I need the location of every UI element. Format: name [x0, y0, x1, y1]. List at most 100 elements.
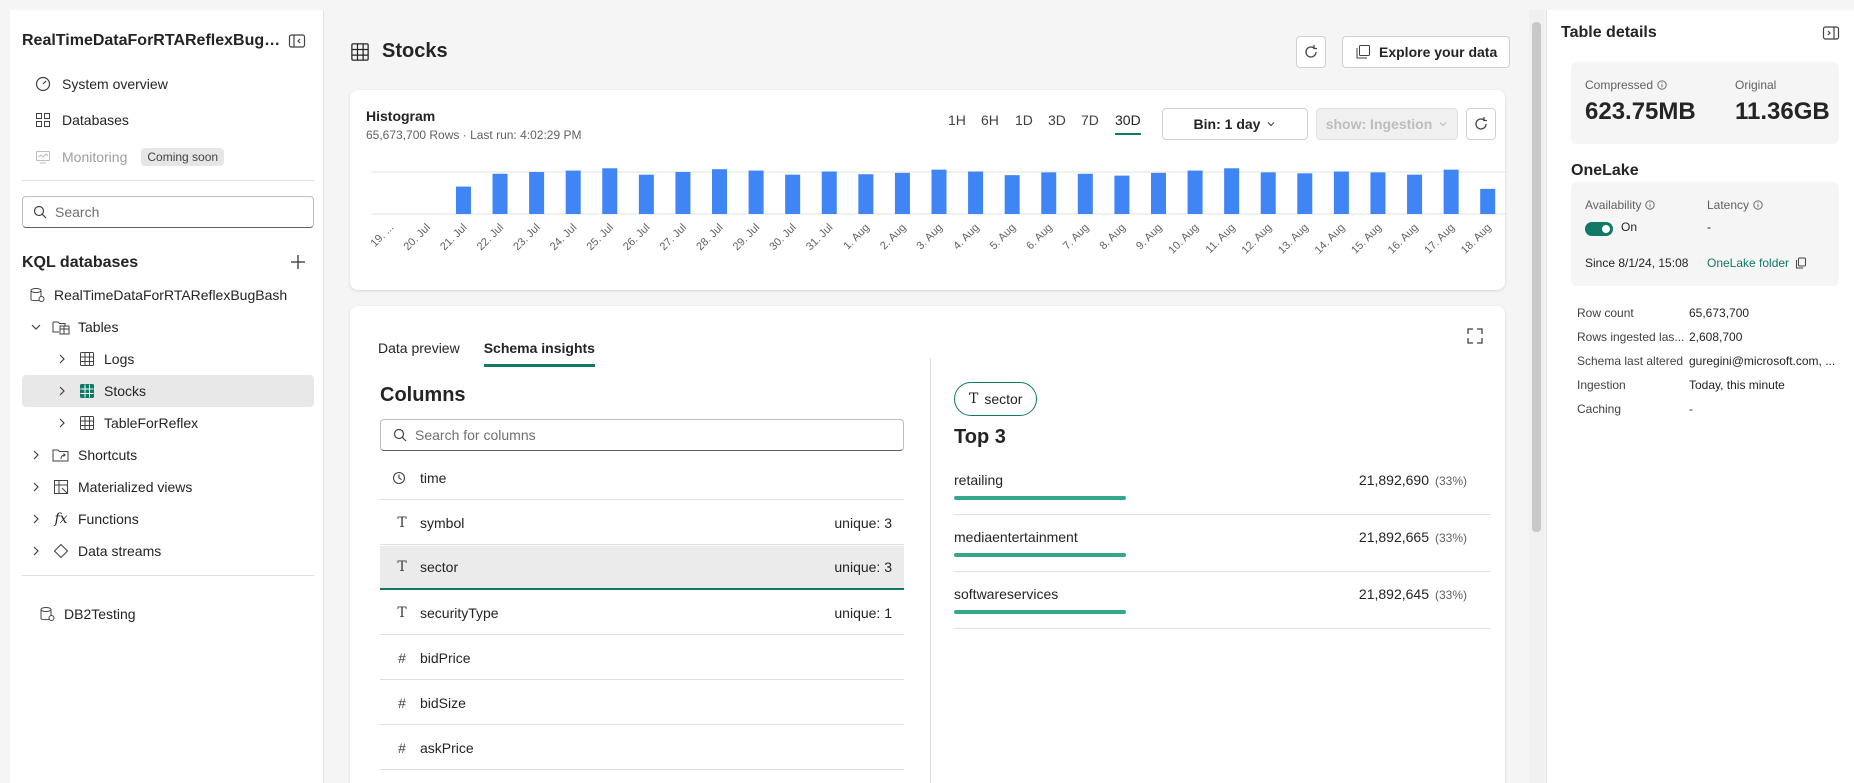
histogram-bar[interactable]	[1004, 175, 1020, 214]
column-row-symbol[interactable]: T symbol unique: 3	[380, 501, 904, 545]
original-label: Original	[1735, 78, 1777, 92]
tree-table-tableforreflex[interactable]: TableForReflex	[54, 407, 198, 439]
nav-system-overview[interactable]: System overview	[34, 70, 168, 98]
histogram-bar[interactable]	[1370, 172, 1386, 214]
histogram-bar[interactable]	[529, 171, 545, 214]
histogram-bar[interactable]	[1041, 172, 1057, 214]
info-icon[interactable]	[1753, 200, 1763, 210]
chevron-down-icon	[1266, 119, 1276, 129]
explore-data-button[interactable]: Explore your data	[1342, 36, 1511, 68]
prop-value: guregini@microsoft.com, ...	[1689, 354, 1836, 368]
sidebar-search-input[interactable]: Search	[22, 196, 314, 228]
refresh-icon	[1473, 116, 1489, 132]
latency-label: Latency	[1707, 198, 1763, 212]
histogram-bar[interactable]	[1333, 171, 1349, 214]
histogram-bar[interactable]	[455, 186, 471, 214]
histogram-bar[interactable]	[894, 172, 910, 214]
x-tick-label: 2. Aug	[878, 222, 909, 253]
range-6h[interactable]: 6H	[981, 112, 999, 128]
tree-functions[interactable]: fx Functions	[28, 503, 139, 535]
chevron-right-icon[interactable]	[54, 351, 70, 367]
histogram-bar[interactable]	[1224, 168, 1240, 214]
tab-data-preview[interactable]: Data preview	[378, 340, 460, 367]
tree-shortcuts[interactable]: Shortcuts	[28, 439, 137, 471]
histogram-bar[interactable]	[1187, 170, 1203, 214]
availability-toggle[interactable]	[1585, 222, 1613, 236]
histogram-bar[interactable]	[1443, 169, 1459, 214]
chevron-right-icon[interactable]	[28, 447, 44, 463]
top-value-count: 21,892,690 (33%)	[1359, 472, 1467, 488]
histogram-bar[interactable]	[1260, 172, 1276, 214]
tree-table-logs[interactable]: Logs	[54, 343, 134, 375]
collapse-pane-icon[interactable]	[1822, 24, 1840, 42]
histogram-bar[interactable]	[1297, 173, 1313, 214]
range-30d[interactable]: 30D	[1115, 112, 1141, 135]
chevron-down-icon[interactable]	[28, 319, 44, 335]
column-row-askprice[interactable]: # askPrice	[380, 726, 904, 770]
column-row-bidsize[interactable]: # bidSize	[380, 681, 904, 725]
onelake-folder-link[interactable]: OneLake folder	[1707, 256, 1807, 270]
range-1h[interactable]: 1H	[948, 112, 966, 128]
add-icon[interactable]	[288, 252, 308, 272]
histogram-refresh-button[interactable]	[1466, 108, 1496, 140]
histogram-bar[interactable]	[1114, 175, 1130, 214]
histogram-bar[interactable]	[785, 174, 801, 214]
prop-row: Schema last altered guregini@microsoft.co…	[1577, 354, 1839, 368]
tree-db-db2testing[interactable]: DB2Testing	[38, 598, 136, 630]
x-tick-label: 19. ...	[368, 222, 396, 250]
scrollbar-thumb[interactable]	[1532, 22, 1541, 532]
column-search-input[interactable]: Search for columns	[380, 419, 904, 451]
info-icon[interactable]	[1645, 200, 1656, 210]
info-icon[interactable]	[1657, 80, 1667, 90]
histogram-bar[interactable]	[675, 171, 691, 214]
tree-db-realtime[interactable]: RealTimeDataForRTAReflexBugBash	[28, 279, 287, 311]
chevron-right-icon[interactable]	[28, 479, 44, 495]
histogram-bar[interactable]	[1480, 188, 1496, 214]
materialized-view-icon	[52, 478, 70, 496]
tree-materialized-views[interactable]: Materialized views	[28, 471, 192, 503]
histogram-bar[interactable]	[1150, 172, 1166, 214]
range-3d[interactable]: 3D	[1048, 112, 1066, 128]
copy-icon[interactable]	[1795, 257, 1807, 269]
histogram-bar[interactable]	[931, 169, 947, 214]
text-type-icon: T	[397, 559, 407, 575]
column-row-sector[interactable]: T sector unique: 3	[380, 546, 904, 590]
histogram-bar[interactable]	[492, 173, 508, 214]
range-1d[interactable]: 1D	[1015, 112, 1033, 128]
histogram-bar[interactable]	[565, 170, 581, 214]
nav-databases[interactable]: Databases	[34, 106, 129, 134]
top-value-name: retailing	[954, 472, 1004, 488]
collapse-pane-icon[interactable]	[288, 32, 306, 50]
explore-label: Explore your data	[1379, 44, 1498, 60]
histogram-bar[interactable]	[602, 168, 618, 214]
column-row-time[interactable]: time	[380, 456, 904, 500]
tree-data-streams[interactable]: Data streams	[28, 535, 161, 567]
tab-schema-insights[interactable]: Schema insights	[483, 340, 595, 367]
columns-heading: Columns	[380, 384, 466, 406]
bin-dropdown[interactable]: Bin: 1 day	[1162, 108, 1308, 140]
chevron-right-icon[interactable]	[28, 543, 44, 559]
histogram-bar[interactable]	[968, 171, 984, 214]
chevron-right-icon[interactable]	[54, 415, 70, 431]
histogram-bar[interactable]	[712, 169, 728, 214]
histogram-bar[interactable]	[1407, 174, 1423, 214]
histogram-bar[interactable]	[858, 174, 874, 214]
x-tick-label: 26. Jul	[621, 222, 652, 253]
x-tick-label: 9. Aug	[1134, 222, 1165, 253]
text-type-icon: T	[397, 514, 407, 531]
tree-table-stocks[interactable]: Stocks	[54, 375, 146, 407]
prop-value: 65,673,700	[1689, 306, 1750, 320]
histogram-bar[interactable]	[1077, 173, 1093, 214]
column-row-bidprice[interactable]: # bidPrice	[380, 636, 904, 680]
column-row-securitytype[interactable]: T securityType unique: 1	[380, 591, 904, 635]
chevron-right-icon[interactable]	[28, 511, 44, 527]
range-7d[interactable]: 7D	[1081, 112, 1099, 128]
expand-icon[interactable]	[1465, 326, 1487, 348]
histogram-bar[interactable]	[748, 170, 764, 214]
histogram-bar[interactable]	[821, 171, 837, 214]
chevron-right-icon[interactable]	[54, 383, 70, 399]
prop-value: Today, this minute	[1689, 378, 1785, 392]
tree-tables[interactable]: Tables	[28, 311, 118, 343]
refresh-button[interactable]	[1296, 36, 1326, 68]
histogram-bar[interactable]	[638, 174, 654, 214]
